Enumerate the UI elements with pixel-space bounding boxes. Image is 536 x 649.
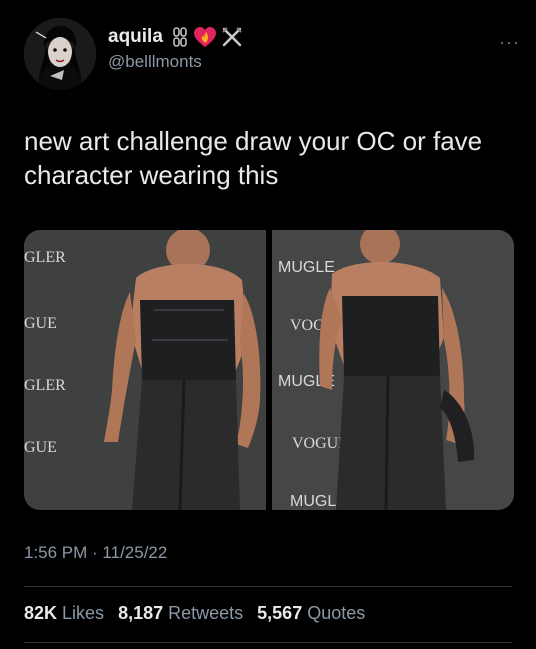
photo-left[interactable]: GLER GUE GLER GUE xyxy=(24,230,266,510)
retweets-count: 8,187 xyxy=(118,603,164,623)
avatar[interactable] xyxy=(24,18,96,90)
quotes-count: 5,567 xyxy=(257,603,303,623)
backdrop-text: GLER xyxy=(24,249,66,266)
divider xyxy=(24,642,512,643)
backdrop-text: MUGLE xyxy=(278,259,335,276)
photo-right[interactable]: MUGLE VOGUE MUGLE VOGUE MUGLER xyxy=(272,230,514,510)
more-options-icon[interactable]: ··· xyxy=(499,32,520,53)
chain-icon xyxy=(173,27,187,47)
backdrop-text: VOGUE xyxy=(292,435,348,452)
retweets-stat[interactable]: 8,187 Retweets xyxy=(118,603,243,624)
tweet-timestamp[interactable]: 1:56 PM · 11/25/22 xyxy=(24,543,167,563)
backdrop-text: GLER xyxy=(24,377,66,394)
quotes-label: Quotes xyxy=(307,603,366,623)
retweets-label: Retweets xyxy=(168,603,244,623)
backdrop-text: GUE xyxy=(24,315,57,332)
tweet-text: new art challenge draw your OC or fave c… xyxy=(24,126,483,191)
display-name[interactable]: aquila xyxy=(108,26,163,48)
display-name-row[interactable]: aquila xyxy=(108,26,243,48)
heart-fire-icon xyxy=(193,27,216,47)
tweet-media[interactable]: GLER GUE GLER GUE MUGLE VOGUE MUGLE VOGU… xyxy=(24,230,514,510)
likes-stat[interactable]: 82K Likes xyxy=(24,603,104,624)
tweet-header: aquila @belllmonts ··· xyxy=(24,18,520,94)
user-names: aquila @belllmonts xyxy=(108,26,243,72)
divider xyxy=(24,586,512,587)
quotes-stat[interactable]: 5,567 Quotes xyxy=(257,603,365,624)
backdrop-text: GUE xyxy=(24,439,57,456)
user-handle[interactable]: @belllmonts xyxy=(108,52,243,72)
cross-swords-icon xyxy=(222,27,242,47)
likes-count: 82K xyxy=(24,603,58,623)
name-emojis xyxy=(171,26,243,48)
tweet-stats: 82K Likes 8,187 Retweets 5,567 Quotes xyxy=(24,603,365,624)
likes-label: Likes xyxy=(62,603,105,623)
